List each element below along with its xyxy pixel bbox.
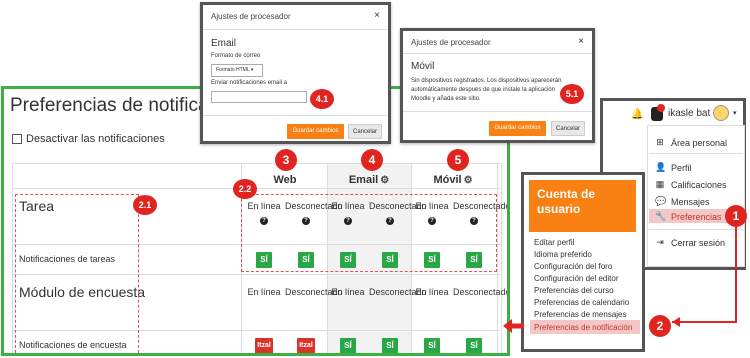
connector-arrow bbox=[672, 226, 737, 323]
arrow-head bbox=[503, 319, 512, 333]
arrow-head bbox=[672, 317, 680, 327]
annotation-arrows bbox=[503, 226, 737, 333]
